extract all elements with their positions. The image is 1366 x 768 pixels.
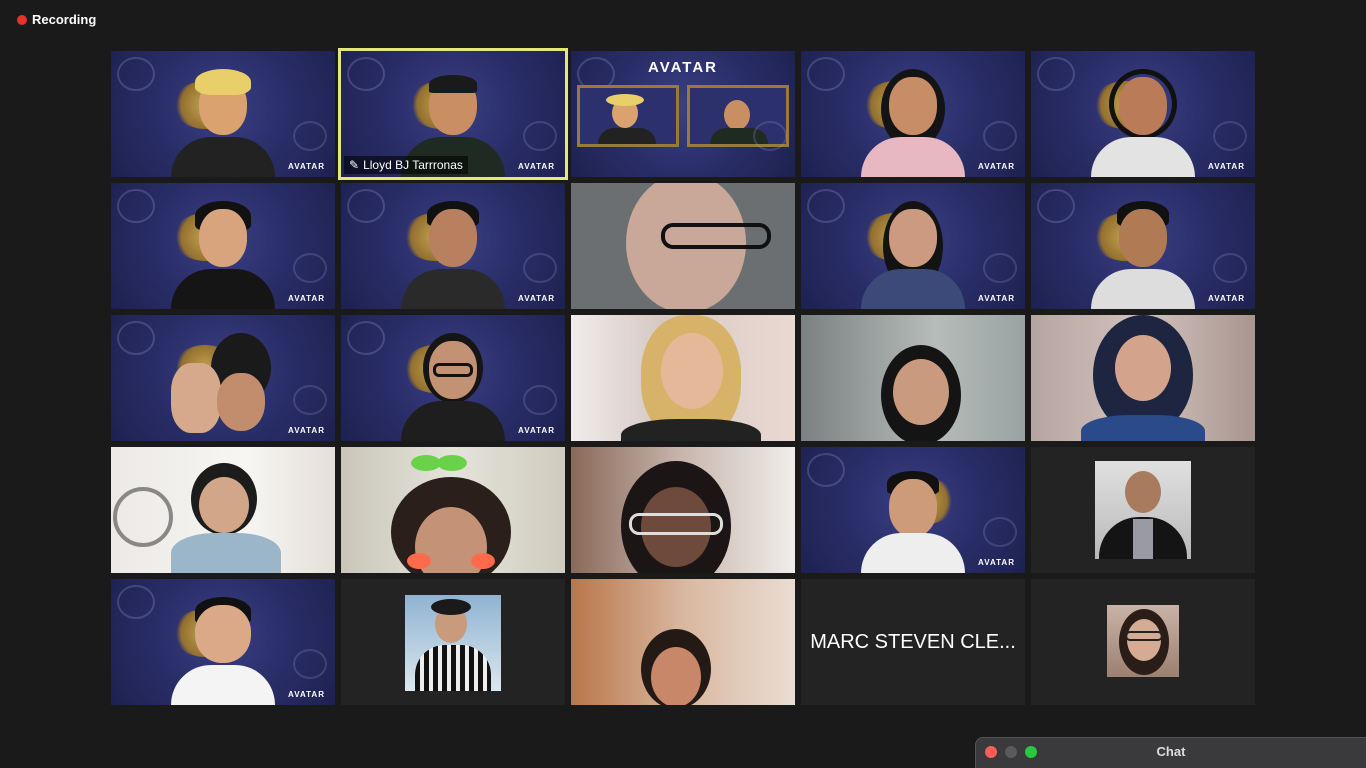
participant-tile[interactable] [1031,447,1255,573]
participant-tile[interactable] [341,447,565,573]
participant-tile[interactable]: AVATAR [341,315,565,441]
inset-video [687,85,789,147]
participant-tile[interactable]: AVATAR [111,315,335,441]
participant-tile[interactable]: AVATAR [801,447,1025,573]
pin-icon: ✎ [349,158,360,172]
avatar-banner: AVATAR [647,59,719,76]
avatar-tag: AVATAR [518,162,555,171]
profile-photo [405,595,501,691]
participant-name-only: MARC STEVEN CLE... [810,630,1016,653]
avatar-tag: AVATAR [288,162,325,171]
participant-tile[interactable]: MARC STEVEN CLE... [801,579,1025,705]
participant-tile[interactable] [111,447,335,573]
recording-dot-icon [17,14,27,25]
profile-photo [1095,461,1191,559]
participant-tile[interactable] [571,315,795,441]
participant-tile[interactable] [571,183,795,309]
participant-tile[interactable] [1031,579,1255,705]
participant-tile[interactable]: AVATAR [111,579,335,705]
avatar-tag: AVATAR [518,426,555,435]
participant-tile[interactable]: AVATAR [111,51,335,177]
inset-video [577,85,679,147]
profile-photo [1107,605,1179,677]
participant-tile[interactable] [571,447,795,573]
avatar-tag: AVATAR [978,294,1015,303]
recording-indicator: Recording [17,12,96,27]
participant-tile[interactable] [1031,315,1255,441]
participant-tile[interactable]: AVATAR [1031,51,1255,177]
recording-label: Recording [32,12,97,27]
participant-name-label: ✎ Lloyd BJ Tarrronas [344,156,468,174]
avatar-tag: AVATAR [1208,294,1245,303]
active-speaker-tile[interactable]: AVATAR ✎ Lloyd BJ Tarrronas [338,48,568,180]
participant-tile[interactable]: AVATAR [801,183,1025,309]
participant-tile[interactable] [571,579,795,705]
participant-tile[interactable] [801,315,1025,441]
avatar-tag: AVATAR [288,690,325,699]
participant-tile[interactable]: AVATAR [571,51,795,177]
participant-tile[interactable]: AVATAR [1031,183,1255,309]
chat-window[interactable]: Chat [975,737,1366,768]
participant-tile[interactable]: AVATAR [801,51,1025,177]
participant-tile[interactable]: AVATAR [341,183,565,309]
video-gallery: AVATAR AVATAR ✎ Lloyd BJ Tarrronas AVATA… [111,48,1255,705]
avatar-tag: AVATAR [288,294,325,303]
avatar-tag: AVATAR [978,558,1015,567]
avatar-tag: AVATAR [978,162,1015,171]
avatar-tag: AVATAR [1208,162,1245,171]
avatar-tag: AVATAR [288,426,325,435]
chat-title: Chat [1156,744,1186,759]
participant-tile[interactable] [341,579,565,705]
participant-tile[interactable]: AVATAR [111,183,335,309]
avatar-tag: AVATAR [518,294,555,303]
